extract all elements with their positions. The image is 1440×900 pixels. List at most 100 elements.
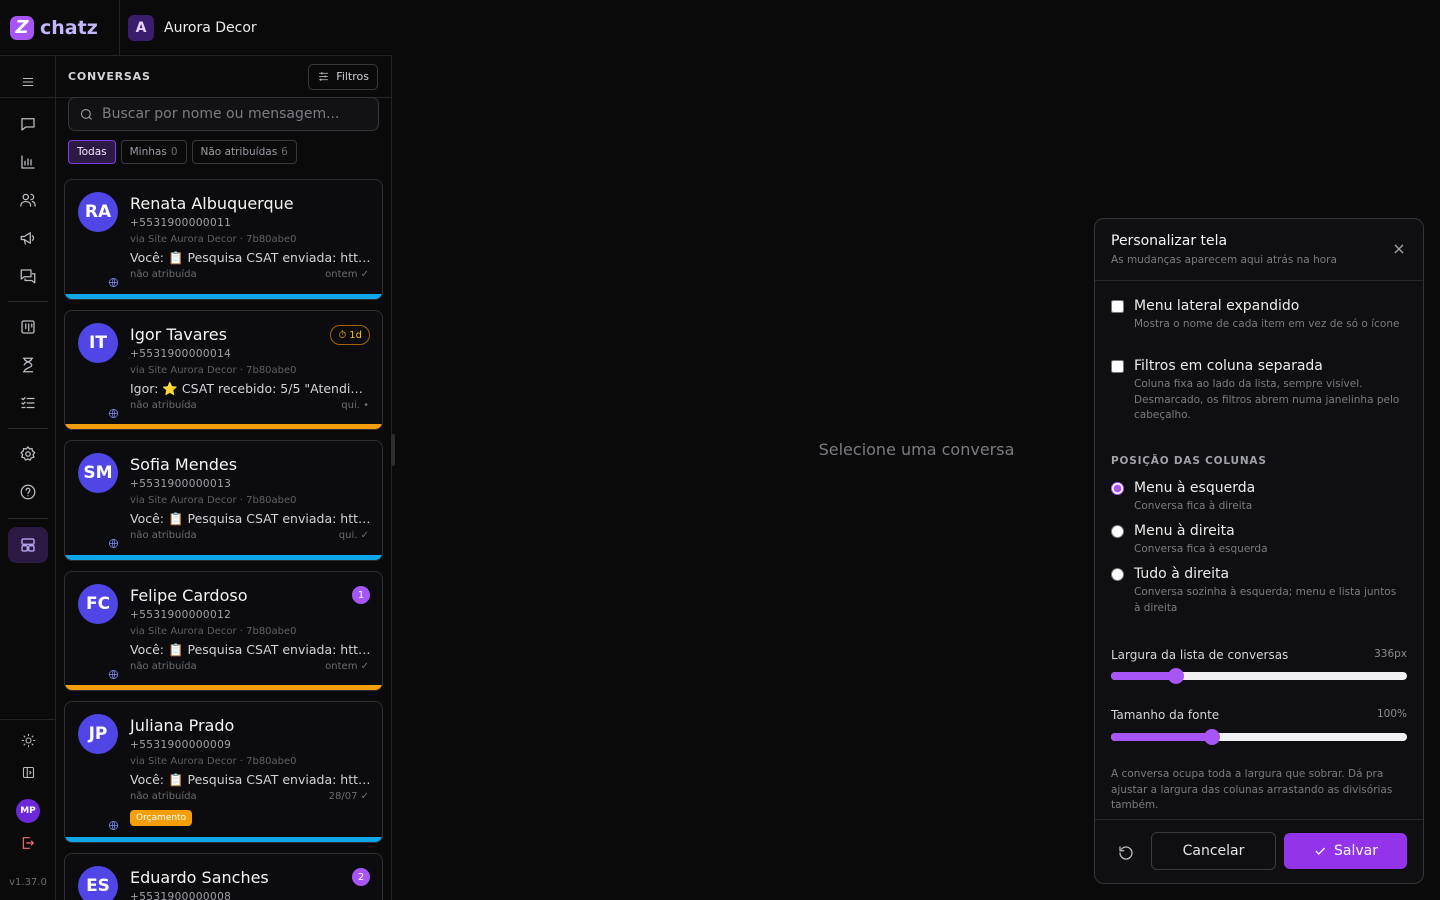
menu-toggle-button[interactable] bbox=[8, 64, 48, 100]
contact-name: Sofia Mendes bbox=[130, 455, 238, 474]
theme-toggle-button[interactable] bbox=[8, 722, 48, 758]
workspace-switcher[interactable]: A Aurora Decor bbox=[120, 14, 257, 41]
conversation-card[interactable]: ES Eduardo Sanches 2 +5531900000008 bbox=[64, 853, 383, 900]
filters-button[interactable]: Filtros bbox=[308, 63, 378, 90]
nav-campaigns[interactable] bbox=[8, 220, 48, 256]
user-avatar[interactable]: MP bbox=[16, 799, 40, 823]
list-width-slider[interactable] bbox=[1111, 668, 1407, 684]
position-all-right-radio[interactable] bbox=[1111, 568, 1124, 581]
last-message: Você: 📋 Pesquisa CSAT enviada: https://.… bbox=[130, 772, 372, 787]
filters-label: Filtros bbox=[336, 70, 369, 83]
last-message: Você: 📋 Pesquisa CSAT enviada: https://.… bbox=[130, 511, 372, 526]
list-width-label: Largura da lista de conversas bbox=[1111, 648, 1289, 662]
contact-channel: via Site Aurora Decor · 7b80abe0 bbox=[130, 626, 297, 637]
close-icon[interactable]: × bbox=[1391, 241, 1407, 257]
globe-icon bbox=[108, 816, 119, 830]
expanded-menu-checkbox[interactable] bbox=[1111, 300, 1124, 313]
slider-thumb[interactable] bbox=[1203, 729, 1220, 745]
nav-tasks[interactable] bbox=[8, 385, 48, 421]
logout-button[interactable] bbox=[8, 825, 48, 861]
gear-icon bbox=[20, 446, 36, 461]
last-message: Igor: ⭐ CSAT recebido: 5/5 "Atendimento … bbox=[130, 381, 372, 396]
last-message: Você: 📋 Pesquisa CSAT enviada: https://.… bbox=[130, 250, 372, 265]
sliders-icon bbox=[319, 72, 329, 81]
contact-avatar: SM bbox=[78, 453, 118, 493]
unread-count-badge: 2 bbox=[352, 868, 370, 886]
search-input[interactable] bbox=[102, 106, 362, 122]
brand-logo[interactable]: Z chatz bbox=[0, 0, 120, 56]
font-size-label: Tamanho da fonte bbox=[1111, 708, 1220, 722]
status-bar bbox=[65, 555, 382, 560]
globe-icon bbox=[108, 534, 119, 548]
nav-kanban[interactable] bbox=[8, 309, 48, 345]
conversation-card[interactable]: SM Sofia Mendes +5531900000013 via Site … bbox=[64, 440, 383, 561]
chip-unassigned[interactable]: Não atribuídas 6 bbox=[191, 140, 297, 164]
reset-button[interactable] bbox=[1117, 844, 1135, 862]
status-bar bbox=[65, 685, 382, 690]
panel-header: Personalizar tela As mudanças aparecem a… bbox=[1095, 219, 1423, 281]
font-size-slider[interactable] bbox=[1111, 729, 1407, 745]
option-description: Conversa fica à direita bbox=[1134, 500, 1253, 512]
slider-thumb[interactable] bbox=[1168, 668, 1185, 684]
layout-icon bbox=[21, 538, 35, 552]
save-button[interactable]: Salvar bbox=[1284, 833, 1407, 869]
reset-icon bbox=[1119, 846, 1133, 860]
check-icon bbox=[1315, 847, 1326, 855]
nav-help[interactable] bbox=[8, 474, 48, 510]
contact-name: Felipe Cardoso bbox=[130, 586, 248, 605]
checklist-icon bbox=[21, 397, 35, 409]
conversation-card[interactable]: RA Renata Albuquerque +5531900000011 via… bbox=[64, 179, 383, 300]
option-label: Tudo à direita bbox=[1134, 566, 1230, 582]
assignment-status: não atribuída bbox=[130, 791, 197, 802]
chip-label: Minhas bbox=[129, 146, 167, 158]
contact-phone: +5531900000013 bbox=[130, 478, 232, 490]
chip-mine[interactable]: Minhas 0 bbox=[120, 140, 187, 164]
separate-filters-checkbox[interactable] bbox=[1111, 360, 1124, 373]
nav-reports[interactable] bbox=[8, 144, 48, 180]
bar-chart-icon bbox=[21, 155, 35, 169]
message-time: ontem ✓ bbox=[325, 661, 369, 672]
contact-channel: via Site Aurora Decor · 7b80abe0 bbox=[130, 234, 297, 245]
conversation-card[interactable]: FC Felipe Cardoso 1 +5531900000012 via S… bbox=[64, 571, 383, 691]
contact-channel: via Site Aurora Decor · 7b80abe0 bbox=[130, 365, 297, 376]
collapse-sidebar-button[interactable] bbox=[8, 754, 48, 790]
sun-icon bbox=[21, 733, 35, 747]
nav-conversations[interactable] bbox=[8, 106, 48, 142]
contact-name: Juliana Prado bbox=[130, 716, 235, 735]
option-label: Menu à direita bbox=[1134, 523, 1235, 539]
sidebar-panel-icon bbox=[22, 766, 34, 778]
option-description: Coluna fixa ao lado da lista, sempre vis… bbox=[1134, 378, 1400, 421]
contact-avatar: IT bbox=[78, 323, 118, 363]
chip-all[interactable]: Todas bbox=[68, 140, 116, 164]
assignment-status: não atribuída bbox=[130, 530, 197, 541]
nav-settings[interactable] bbox=[8, 436, 48, 472]
top-bar: Z chatz A Aurora Decor bbox=[0, 0, 392, 56]
nav-contacts[interactable] bbox=[8, 182, 48, 218]
nav-messages[interactable] bbox=[8, 258, 48, 294]
last-message: Você: 📋 Pesquisa CSAT enviada: https://.… bbox=[130, 642, 372, 657]
messages-icon bbox=[20, 269, 36, 284]
hourglass-icon bbox=[22, 357, 34, 373]
conversation-card[interactable]: JP Juliana Prado +5531900000009 via Site… bbox=[64, 701, 383, 843]
logo-mark-icon: Z bbox=[10, 15, 34, 40]
contact-channel: via Site Aurora Decor · 7b80abe0 bbox=[130, 495, 297, 506]
contact-avatar: JP bbox=[78, 714, 118, 754]
cancel-button[interactable]: Cancelar bbox=[1151, 832, 1276, 870]
conversation-card[interactable]: IT Igor Tavares ⏱ 1d +5531900000014 via S… bbox=[64, 310, 383, 430]
nav-customize-layout[interactable] bbox=[8, 527, 48, 563]
nav-waiting[interactable] bbox=[8, 347, 48, 383]
logout-icon bbox=[22, 837, 34, 849]
option-label: Filtros em coluna separada bbox=[1134, 358, 1323, 374]
position-menu-right-radio[interactable] bbox=[1111, 525, 1124, 538]
contact-avatar: FC bbox=[78, 584, 118, 624]
option-label: Menu à esquerda bbox=[1134, 480, 1256, 496]
customize-screen-panel: Personalizar tela As mudanças aparecem a… bbox=[1094, 218, 1424, 884]
assignment-status: não atribuída bbox=[130, 400, 197, 411]
contact-phone: +5531900000009 bbox=[130, 739, 232, 751]
message-time: 28/07 ✓ bbox=[328, 791, 369, 802]
message-time: qui. ✓ bbox=[338, 530, 369, 541]
column-position-title: POSIÇÃO DAS COLUNAS bbox=[1111, 455, 1267, 467]
globe-icon bbox=[108, 273, 119, 287]
panel-title: Personalizar tela bbox=[1111, 233, 1228, 249]
position-menu-left-radio[interactable] bbox=[1111, 482, 1124, 495]
